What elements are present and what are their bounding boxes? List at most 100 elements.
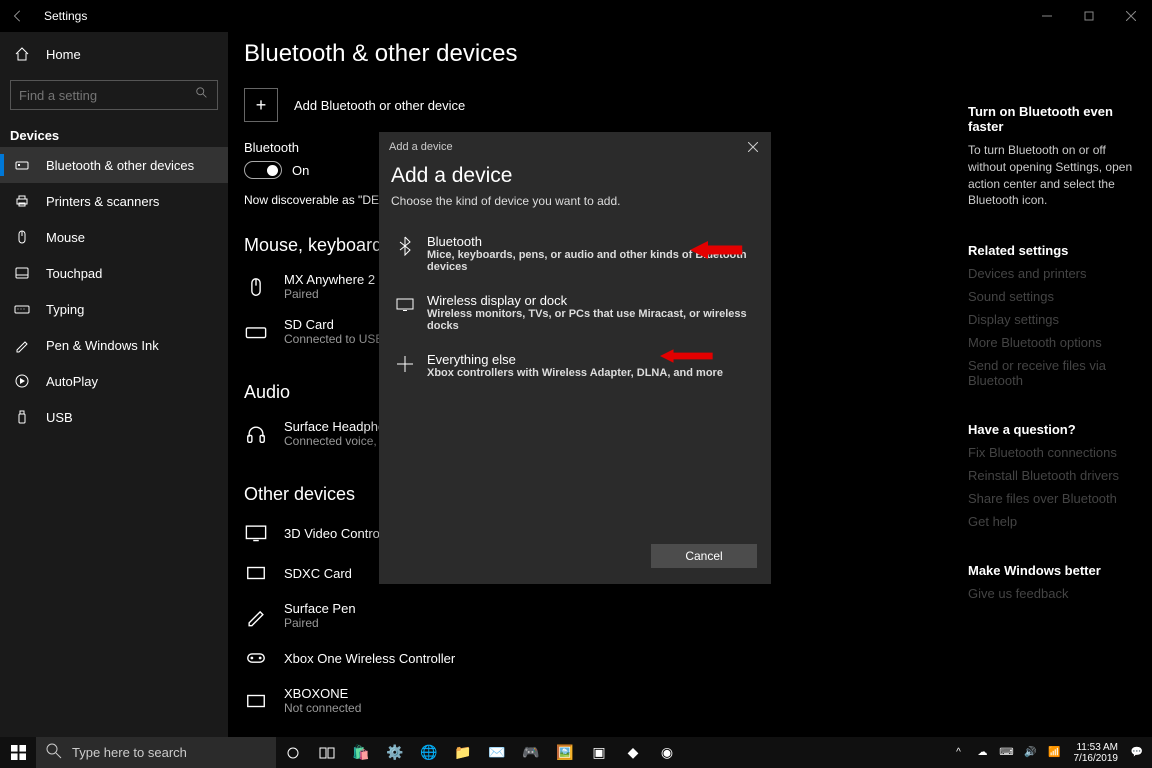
sidebar-item-usb[interactable]: USB (0, 399, 228, 435)
taskbar-search[interactable]: Type here to search (36, 737, 276, 768)
tray-onedrive-icon[interactable]: ☁ (974, 744, 992, 762)
mail-icon[interactable]: ✉️ (480, 737, 514, 768)
question-heading: Have a question? (968, 422, 1138, 437)
taskbar-date: 7/16/2019 (1074, 753, 1119, 764)
tip-heading: Turn on Bluetooth even faster (968, 104, 1138, 134)
home-icon (14, 46, 30, 62)
controller-icon (244, 646, 268, 670)
printer-icon (14, 193, 30, 209)
taskbar-clock[interactable]: 11:53 AM 7/16/2019 (1070, 742, 1123, 764)
window-title: Settings (36, 9, 87, 23)
link-more-bluetooth[interactable]: More Bluetooth options (968, 335, 1138, 350)
sidebar-item-label: USB (46, 410, 73, 425)
tray-volume-icon[interactable]: 🔊 (1022, 744, 1040, 762)
app-icon-1[interactable]: ◆ (616, 737, 650, 768)
device-sub: Paired (284, 616, 356, 630)
link-send-receive[interactable]: Send or receive files via Bluetooth (968, 358, 1138, 388)
sidebar-item-typing[interactable]: Typing (0, 291, 228, 327)
dialog-option-wireless-display[interactable]: Wireless display or dock Wireless monito… (391, 283, 759, 342)
link-devices-printers[interactable]: Devices and printers (968, 266, 1138, 281)
sidebar-item-printers[interactable]: Printers & scanners (0, 183, 228, 219)
monitor-icon (244, 521, 268, 545)
cancel-button[interactable]: Cancel (651, 544, 757, 568)
device-xboxone[interactable]: XBOXONENot connected (244, 678, 848, 723)
sidebar: Home Devices Bluetooth & other devices P… (0, 32, 228, 737)
taskbar-search-placeholder: Type here to search (72, 745, 187, 760)
sidebar-home[interactable]: Home (0, 36, 228, 72)
xbox-icon[interactable]: 🎮 (514, 737, 548, 768)
sidebar-search[interactable] (10, 80, 218, 110)
usb-icon (14, 409, 30, 425)
device-sub: Paired (284, 287, 375, 301)
add-device-row[interactable]: + Add Bluetooth or other device (244, 82, 848, 128)
annotation-arrow-1 (690, 238, 744, 262)
tray-input-icon[interactable]: ⌨ (998, 744, 1016, 762)
start-button[interactable] (0, 737, 36, 768)
store-icon[interactable]: 🛍️ (344, 737, 378, 768)
titlebar: Settings (0, 0, 1152, 32)
annotation-arrow-2 (660, 344, 714, 368)
device-generic-icon (244, 689, 268, 713)
mouse-icon (14, 229, 30, 245)
page-title: Bluetooth & other devices (244, 40, 848, 68)
device-xbox-controller[interactable]: Xbox One Wireless Controller (244, 638, 848, 678)
back-button[interactable] (0, 0, 36, 32)
cortana-icon[interactable] (310, 737, 344, 768)
sidebar-item-touchpad[interactable]: Touchpad (0, 255, 228, 291)
edge-icon[interactable]: 🌐 (412, 737, 446, 768)
link-display-settings[interactable]: Display settings (968, 312, 1138, 327)
dialog-heading: Add a device (391, 164, 759, 188)
link-sound-settings[interactable]: Sound settings (968, 289, 1138, 304)
bluetooth-devices-icon (14, 157, 30, 173)
device-name: Xbox One Wireless Controller (284, 651, 455, 666)
settings-taskbar-icon[interactable]: ⚙️ (378, 737, 412, 768)
touchpad-icon (14, 265, 30, 281)
have-question: Have a question? Fix Bluetooth connectio… (968, 422, 1138, 529)
sidebar-item-label: Touchpad (46, 266, 102, 281)
minimize-button[interactable] (1026, 1, 1068, 31)
sidebar-item-pen[interactable]: Pen & Windows Ink (0, 327, 228, 363)
autoplay-icon (14, 373, 30, 389)
notifications-icon[interactable]: 💬 (1128, 744, 1146, 762)
device-text: Xbox One Wireless Controller (284, 651, 455, 666)
explorer-icon[interactable]: 📁 (446, 737, 480, 768)
sidebar-item-label: Printers & scanners (46, 194, 159, 209)
link-share-files[interactable]: Share files over Bluetooth (968, 491, 1138, 506)
link-reinstall-drivers[interactable]: Reinstall Bluetooth drivers (968, 468, 1138, 483)
device-name: SDXC Card (284, 566, 352, 581)
link-get-help[interactable]: Get help (968, 514, 1138, 529)
tray-wifi-icon[interactable]: 📶 (1046, 744, 1064, 762)
dialog-titlebar-text: Add a device (389, 141, 453, 153)
link-feedback[interactable]: Give us feedback (968, 586, 1138, 601)
display-icon (395, 295, 415, 315)
sidebar-group-header: Devices (0, 118, 228, 147)
dialog-close-button[interactable] (743, 137, 763, 157)
search-input[interactable] (19, 88, 195, 103)
link-fix-bt[interactable]: Fix Bluetooth connections (968, 445, 1138, 460)
bluetooth-toggle[interactable] (244, 161, 282, 179)
device-surface-pen[interactable]: Surface PenPaired (244, 593, 848, 638)
terminal-icon[interactable]: ▣ (582, 737, 616, 768)
device-text: SDXC Card (284, 566, 352, 581)
app-icon-2[interactable]: ◉ (650, 737, 684, 768)
right-panel: Turn on Bluetooth even faster To turn Bl… (968, 104, 1138, 609)
pen-icon (14, 337, 30, 353)
tray-chevron-icon[interactable]: ^ (950, 744, 968, 762)
device-text: MX Anywhere 2Paired (284, 272, 375, 301)
sidebar-item-autoplay[interactable]: AutoPlay (0, 363, 228, 399)
mouse-device-icon (244, 275, 268, 299)
device-name: Surface Pen (284, 601, 356, 616)
maximize-button[interactable] (1068, 1, 1110, 31)
make-windows-better: Make Windows better Give us feedback (968, 563, 1138, 601)
sdcard-icon (244, 320, 268, 344)
photos-icon[interactable]: 🖼️ (548, 737, 582, 768)
sidebar-item-label: AutoPlay (46, 374, 98, 389)
search-icon (195, 86, 209, 105)
close-button[interactable] (1110, 1, 1152, 31)
taskview-icon[interactable] (276, 737, 310, 768)
sidebar-item-bluetooth[interactable]: Bluetooth & other devices (0, 147, 228, 183)
sidebar-item-mouse[interactable]: Mouse (0, 219, 228, 255)
sidebar-item-label: Bluetooth & other devices (46, 158, 194, 173)
search-icon (46, 743, 62, 762)
taskbar-time: 11:53 AM (1076, 742, 1118, 753)
